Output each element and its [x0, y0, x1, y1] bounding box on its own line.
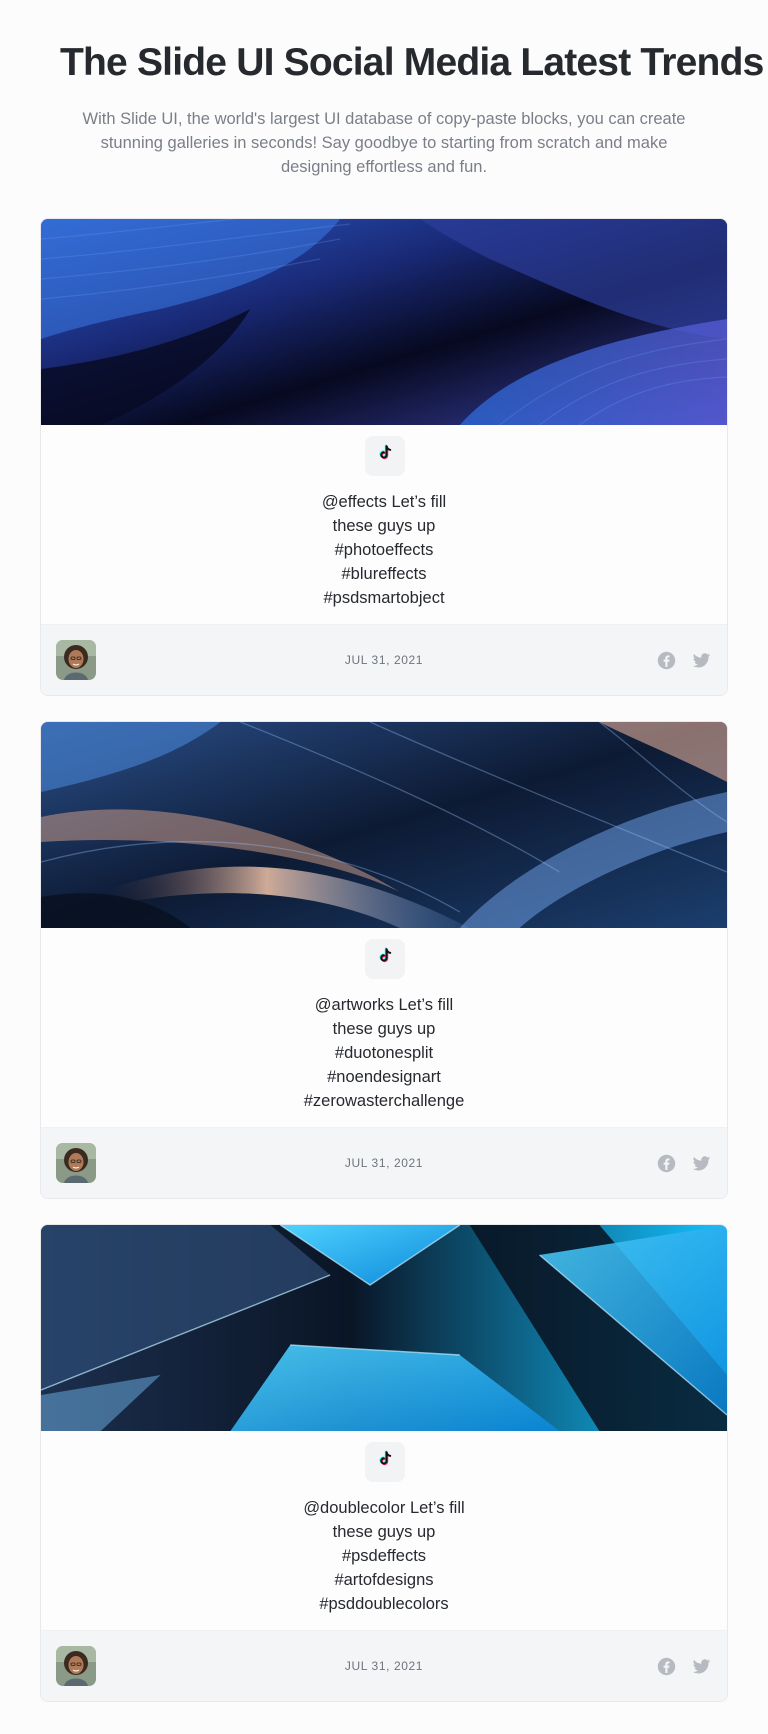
share-actions — [657, 1657, 711, 1676]
caption-line: #duotonesplit — [334, 1043, 434, 1062]
post-card[interactable]: @artworks Let’s fill these guys up #duot… — [40, 720, 728, 1199]
tiktok-icon — [376, 947, 394, 970]
post-gallery: @effects Let’s fill these guys up #photo… — [0, 217, 768, 1702]
tiktok-badge[interactable] — [365, 1441, 405, 1482]
post-footer: JUL 31, 2021 — [41, 1629, 727, 1701]
tiktok-badge[interactable] — [365, 435, 405, 476]
caption-line: @artworks Let’s fill — [314, 995, 454, 1014]
caption-line: these guys up — [332, 1522, 436, 1541]
share-actions — [657, 651, 711, 670]
caption-line: #zerowasterchallenge — [303, 1091, 465, 1110]
twitter-icon[interactable] — [692, 1154, 711, 1173]
caption-line: #artofdesigns — [334, 1570, 434, 1589]
facebook-icon[interactable] — [657, 1657, 676, 1676]
post-cover-image[interactable] — [41, 218, 727, 425]
caption-line: #photoeffects — [334, 540, 434, 559]
page-header: The Slide UI Social Media Latest Trends … — [0, 0, 768, 179]
post-card[interactable]: @effects Let’s fill these guys up #photo… — [40, 217, 728, 696]
facebook-icon[interactable] — [657, 651, 676, 670]
tiktok-badge[interactable] — [365, 938, 405, 979]
post-footer: JUL 31, 2021 — [41, 1126, 727, 1198]
facebook-icon[interactable] — [657, 1154, 676, 1173]
page-title: The Slide UI Social Media Latest Trends — [60, 41, 764, 84]
post-date: JUL 31, 2021 — [344, 1155, 424, 1170]
caption-line: these guys up — [332, 516, 436, 535]
caption-line: these guys up — [332, 1019, 436, 1038]
share-actions — [657, 1154, 711, 1173]
caption-line: #blureffects — [341, 564, 427, 583]
tiktok-icon — [376, 1450, 394, 1473]
post-date: JUL 31, 2021 — [344, 652, 424, 667]
twitter-icon[interactable] — [692, 1657, 711, 1676]
caption-line: #psdsmartobject — [323, 588, 445, 607]
post-cover-image[interactable] — [41, 1224, 727, 1431]
post-footer: JUL 31, 2021 — [41, 623, 727, 695]
post-cover-image[interactable] — [41, 721, 727, 928]
post-card[interactable]: @doublecolor Let’s fill these guys up #p… — [40, 1223, 728, 1702]
post-date: JUL 31, 2021 — [344, 1658, 424, 1673]
tiktok-icon — [376, 444, 394, 467]
page-subtitle: With Slide UI, the world's largest UI da… — [82, 109, 686, 176]
post-caption: @effects Let’s fill these guys up #photo… — [41, 490, 727, 610]
caption-line: @effects Let’s fill — [321, 492, 447, 511]
post-caption: @doublecolor Let’s fill these guys up #p… — [41, 1496, 727, 1616]
caption-line: #psdeffects — [341, 1546, 427, 1565]
caption-line: #noendesignart — [327, 1067, 441, 1086]
post-caption: @artworks Let’s fill these guys up #duot… — [41, 993, 727, 1113]
twitter-icon[interactable] — [692, 651, 711, 670]
caption-line: #psddoublecolors — [319, 1594, 449, 1613]
caption-line: @doublecolor Let’s fill — [303, 1498, 465, 1517]
